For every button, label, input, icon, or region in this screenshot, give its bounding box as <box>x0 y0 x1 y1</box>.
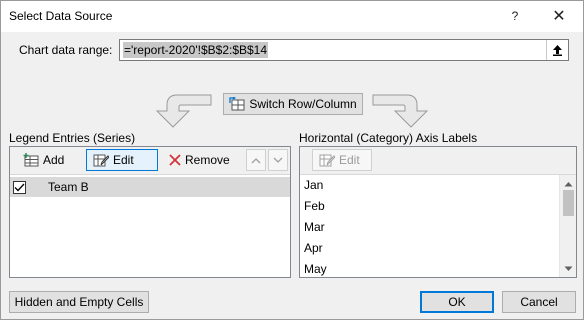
cancel-button[interactable]: Cancel <box>502 291 576 313</box>
legend-entries-panel: Add Edit Remove Team B <box>9 146 291 278</box>
close-button[interactable]: ✕ <box>545 5 573 27</box>
edit-axis-labels-label: Edit <box>339 153 360 167</box>
legend-entries-label: Legend Entries (Series) <box>9 131 136 145</box>
dialog-title: Select Data Source <box>9 9 113 23</box>
collapse-dialog-button[interactable] <box>546 40 568 60</box>
checkmark-icon <box>14 183 25 191</box>
help-button[interactable]: ? <box>501 5 529 27</box>
ok-button[interactable]: OK <box>420 291 494 313</box>
list-item: Mar <box>304 220 325 234</box>
list-item: Feb <box>304 199 325 213</box>
add-table-icon <box>23 153 39 167</box>
chart-data-range-value: ='report-2020'!$B$2:$B$14 <box>123 42 269 58</box>
switch-row-column-button[interactable]: Switch Row/Column <box>223 93 363 115</box>
switch-grid-icon <box>229 97 245 111</box>
axis-labels-panel: Edit Jan Feb Mar Apr May <box>299 146 577 278</box>
hidden-empty-cells-button[interactable]: Hidden and Empty Cells <box>9 291 149 313</box>
select-data-source-dialog: Select Data Source ? ✕ Chart data range:… <box>0 0 584 320</box>
curved-arrow-left-icon <box>155 94 212 128</box>
axis-labels-list: Jan Feb Mar Apr May <box>300 175 558 277</box>
chart-data-range-input[interactable]: ='report-2020'!$B$2:$B$14 <box>119 39 569 61</box>
axis-toolbar: Edit <box>300 147 576 175</box>
title-bar: Select Data Source ? ✕ <box>1 1 583 32</box>
remove-x-icon <box>169 154 181 166</box>
list-item: Apr <box>304 241 323 255</box>
move-up-button[interactable] <box>246 149 266 171</box>
chart-data-range-label: Chart data range: <box>19 43 113 57</box>
edit-series-label: Edit <box>113 153 134 167</box>
list-item: May <box>304 262 327 276</box>
hidden-empty-cells-label: Hidden and Empty Cells <box>14 295 144 309</box>
remove-series-button[interactable]: Remove <box>162 149 242 171</box>
scroll-down-icon[interactable] <box>560 260 577 277</box>
series-checkbox[interactable] <box>13 180 26 194</box>
edit-pencil-icon <box>93 154 109 167</box>
switch-row-column-label: Switch Row/Column <box>249 97 357 111</box>
edit-series-button[interactable]: Edit <box>86 149 158 171</box>
ok-label: OK <box>448 295 466 309</box>
edit-pencil-icon <box>319 154 335 167</box>
legend-toolbar: Add Edit Remove <box>10 147 290 175</box>
scrollbar-thumb[interactable] <box>563 190 574 216</box>
curved-arrow-right-icon <box>372 94 429 128</box>
remove-series-label: Remove <box>185 153 230 167</box>
add-series-button[interactable]: Add <box>16 149 82 171</box>
axis-labels-label: Horizontal (Category) Axis Labels <box>299 131 478 145</box>
upload-arrow-icon <box>553 45 562 56</box>
series-name: Team B <box>48 180 89 194</box>
axis-labels-scrollbar[interactable] <box>559 175 576 277</box>
list-item: Jan <box>304 178 324 192</box>
move-down-button[interactable] <box>268 149 288 171</box>
series-row[interactable]: Team B <box>10 177 290 197</box>
add-series-label: Add <box>43 153 65 167</box>
cancel-label: Cancel <box>520 295 558 309</box>
chevron-up-icon <box>251 157 261 163</box>
chevron-down-icon <box>273 157 283 163</box>
edit-axis-labels-button[interactable]: Edit <box>312 149 372 171</box>
